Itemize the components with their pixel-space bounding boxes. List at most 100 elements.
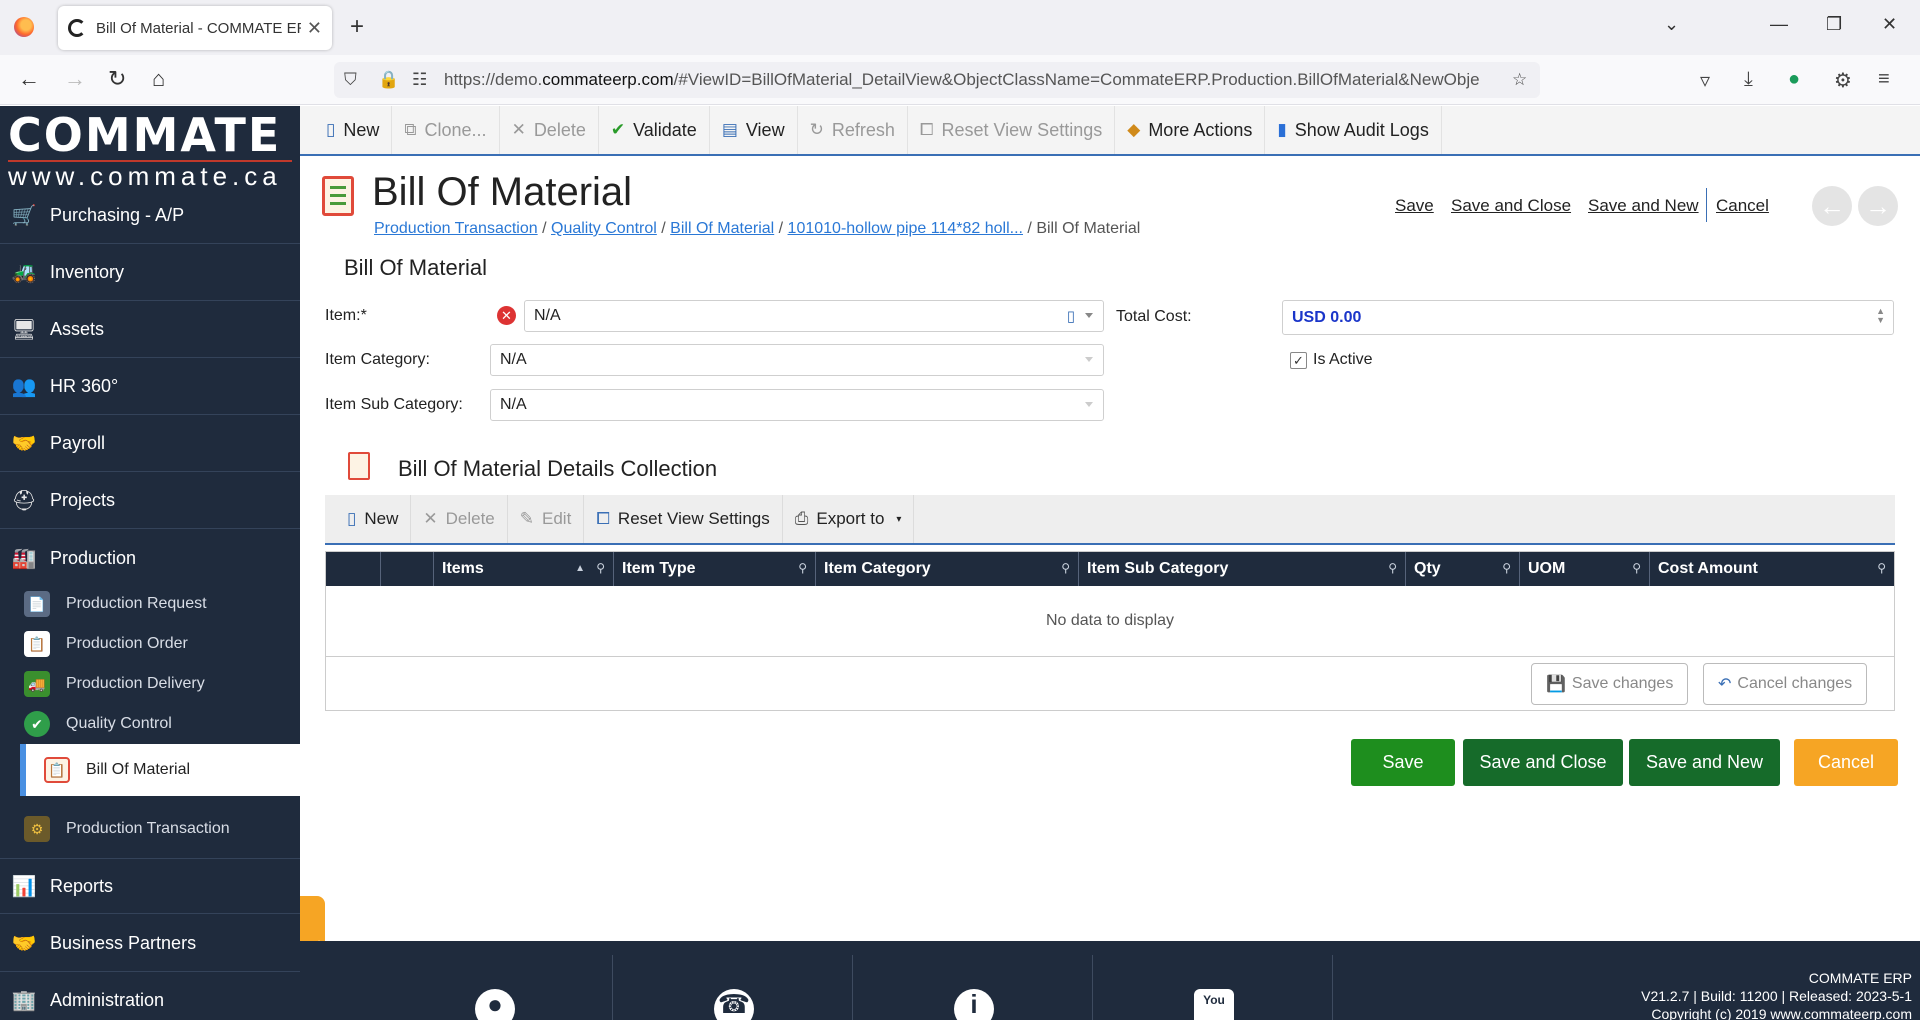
browser-tab[interactable]: Bill Of Material - COMMATE ERP ✕: [58, 6, 332, 50]
new-button[interactable]: ▯ New: [314, 106, 393, 154]
show-audit-logs-button[interactable]: ▮ Show Audit Logs: [1265, 106, 1442, 154]
column-uom[interactable]: UOM ⚲: [1520, 552, 1650, 586]
chevron-down-icon[interactable]: [1085, 313, 1093, 318]
sidebar-item-reports[interactable]: 📊 Reports: [0, 858, 300, 914]
shield-icon[interactable]: ⛉: [344, 70, 357, 90]
sidebar-item-label: Purchasing - A/P: [50, 205, 185, 225]
item-field[interactable]: N/A ▯: [524, 300, 1104, 332]
cancel-button[interactable]: Cancel: [1794, 739, 1898, 786]
is-active-checkbox[interactable]: ✓: [1290, 352, 1307, 369]
item-sub-category-field[interactable]: N/A: [490, 389, 1104, 421]
permissions-icon[interactable]: ☷: [412, 70, 427, 90]
delete-button[interactable]: ✕ Delete: [500, 106, 599, 154]
breadcrumb-link-item[interactable]: 101010-hollow pipe 114*82 holl...: [788, 220, 1023, 237]
collection-new-button[interactable]: ▯ New: [335, 495, 412, 543]
extensions-icon[interactable]: ⚙: [1834, 68, 1852, 93]
reset-view-settings-button[interactable]: ⧠ Reset View Settings: [908, 106, 1116, 154]
sidebar-item-projects[interactable]: ⛑ Projects: [0, 473, 300, 529]
sidebar-item-administration[interactable]: 🏢 Administration: [0, 973, 300, 1020]
sidebar-item-production[interactable]: 🏭 Production: [0, 530, 300, 586]
downloads-icon[interactable]: ⤓: [1744, 68, 1753, 91]
sidebar-item-inventory[interactable]: 🚜 Inventory: [0, 245, 300, 301]
clone-button[interactable]: ⧉ Clone...: [392, 106, 500, 154]
close-window-icon[interactable]: ✕: [1882, 14, 1897, 35]
collection-edit-button[interactable]: ✎ Edit: [508, 495, 585, 543]
url-bar[interactable]: https://demo. commateerp.com/#ViewID=Bill…: [334, 62, 1540, 98]
grid-select-column[interactable]: [326, 552, 381, 586]
grid-command-column[interactable]: [381, 552, 434, 586]
save-and-new-button[interactable]: Save and New: [1629, 739, 1780, 786]
back-icon[interactable]: ←: [18, 66, 40, 92]
breadcrumb-link-quality-control[interactable]: Quality Control: [551, 220, 657, 237]
bookmark-star-icon[interactable]: ☆: [1512, 70, 1527, 90]
cancel-link[interactable]: Cancel: [1716, 196, 1769, 216]
spinner-icon[interactable]: ▲ ▼: [1876, 307, 1885, 325]
tab-title: Bill Of Material - COMMATE ERP: [96, 19, 301, 37]
chevron-down-icon[interactable]: [1085, 402, 1093, 407]
sidebar-item-payroll[interactable]: 🤝 Payroll: [0, 416, 300, 472]
next-record-icon[interactable]: →: [1858, 186, 1898, 226]
column-items[interactable]: Items ▲ ⚲: [434, 552, 614, 586]
tab-list-icon[interactable]: ⌄: [1664, 14, 1679, 35]
info-icon[interactable]: i: [954, 989, 994, 1020]
youtube-icon[interactable]: You: [1194, 989, 1234, 1020]
lock-icon[interactable]: 🔒: [378, 70, 399, 90]
new-tab-icon[interactable]: +: [350, 13, 364, 41]
save-link[interactable]: Save: [1395, 196, 1434, 216]
breadcrumb-link-production-transaction[interactable]: Production Transaction: [374, 220, 538, 237]
save-changes-button[interactable]: 💾 Save changes: [1531, 663, 1689, 705]
save-and-new-link[interactable]: Save and New: [1588, 196, 1699, 216]
reload-icon[interactable]: ↻: [108, 66, 126, 92]
open-doc-icon[interactable]: ▯: [1067, 307, 1075, 325]
column-item-sub-category[interactable]: Item Sub Category ⚲: [1079, 552, 1406, 586]
sidebar-subitem-production-transaction[interactable]: ⚙ Production Transaction: [0, 809, 300, 849]
filter-pin-icon[interactable]: ⚲: [1061, 561, 1070, 575]
filter-pin-icon[interactable]: ⚲: [596, 561, 605, 575]
filter-pin-icon[interactable]: ⚲: [1388, 561, 1397, 575]
more-actions-button[interactable]: ◆ More Actions: [1115, 106, 1266, 154]
sidebar-item-purchasing[interactable]: 🛒 Purchasing - A/P: [0, 188, 300, 244]
save-and-close-link[interactable]: Save and Close: [1451, 196, 1571, 216]
column-item-category[interactable]: Item Category ⚲: [816, 552, 1079, 586]
validate-button[interactable]: ✔ Validate: [599, 106, 710, 154]
minimize-icon[interactable]: —: [1770, 14, 1788, 35]
collection-reset-view-button[interactable]: ⧠ Reset View Settings: [584, 495, 783, 543]
sidebar-item-hr[interactable]: 👥 HR 360°: [0, 359, 300, 415]
sidebar-subitem-production-order[interactable]: 📋 Production Order: [0, 624, 300, 664]
sidebar-subitem-production-request[interactable]: 📄 Production Request: [0, 584, 300, 624]
pocket-icon[interactable]: ▿: [1700, 68, 1710, 93]
menu-icon[interactable]: ≡: [1878, 68, 1890, 91]
forward-icon[interactable]: →: [64, 66, 86, 92]
save-button[interactable]: Save: [1351, 739, 1455, 786]
filter-pin-icon[interactable]: ⚲: [1877, 561, 1886, 575]
sidebar-subitem-bill-of-material[interactable]: 📋 Bill Of Material: [20, 744, 300, 796]
breadcrumb-link-bill-of-material[interactable]: Bill Of Material: [670, 220, 774, 237]
refresh-button[interactable]: ↻ Refresh: [798, 106, 908, 154]
home-icon[interactable]: ⌂: [152, 66, 165, 92]
export-to-button[interactable]: ⎙ Export to ▾: [783, 495, 915, 543]
collection-delete-button[interactable]: ✕ Delete: [411, 495, 508, 543]
total-cost-field[interactable]: USD 0.00 ▲ ▼: [1282, 300, 1894, 335]
save-and-close-button[interactable]: Save and Close: [1463, 739, 1623, 786]
account-icon[interactable]: ●: [1788, 68, 1800, 91]
sidebar-item-assets[interactable]: 🖥 Assets: [0, 302, 300, 358]
sidebar-item-business-partners[interactable]: 🤝 Business Partners: [0, 916, 300, 972]
column-cost-amount[interactable]: Cost Amount ⚲: [1650, 552, 1894, 586]
commate-logo[interactable]: COMMATE www.commate.ca: [8, 112, 293, 190]
cancel-changes-button[interactable]: ↶ Cancel changes: [1703, 663, 1868, 705]
support-agent-icon[interactable]: ☎: [714, 989, 754, 1020]
item-category-field[interactable]: N/A: [490, 344, 1104, 376]
user-icon[interactable]: ●: [475, 989, 515, 1020]
filter-pin-icon[interactable]: ⚲: [1502, 561, 1511, 575]
column-item-type[interactable]: Item Type ⚲: [614, 552, 816, 586]
view-button[interactable]: ▤ View: [710, 106, 798, 154]
sidebar-subitem-production-delivery[interactable]: 🚚 Production Delivery: [0, 664, 300, 704]
chevron-down-icon[interactable]: [1085, 357, 1093, 362]
column-qty[interactable]: Qty ⚲: [1406, 552, 1520, 586]
filter-pin-icon[interactable]: ⚲: [798, 561, 807, 575]
restore-icon[interactable]: ❐: [1826, 14, 1842, 35]
sidebar-subitem-quality-control[interactable]: ✔ Quality Control: [0, 704, 300, 744]
previous-record-icon[interactable]: ←: [1812, 186, 1852, 226]
close-tab-icon[interactable]: ✕: [307, 18, 322, 39]
filter-pin-icon[interactable]: ⚲: [1632, 561, 1641, 575]
